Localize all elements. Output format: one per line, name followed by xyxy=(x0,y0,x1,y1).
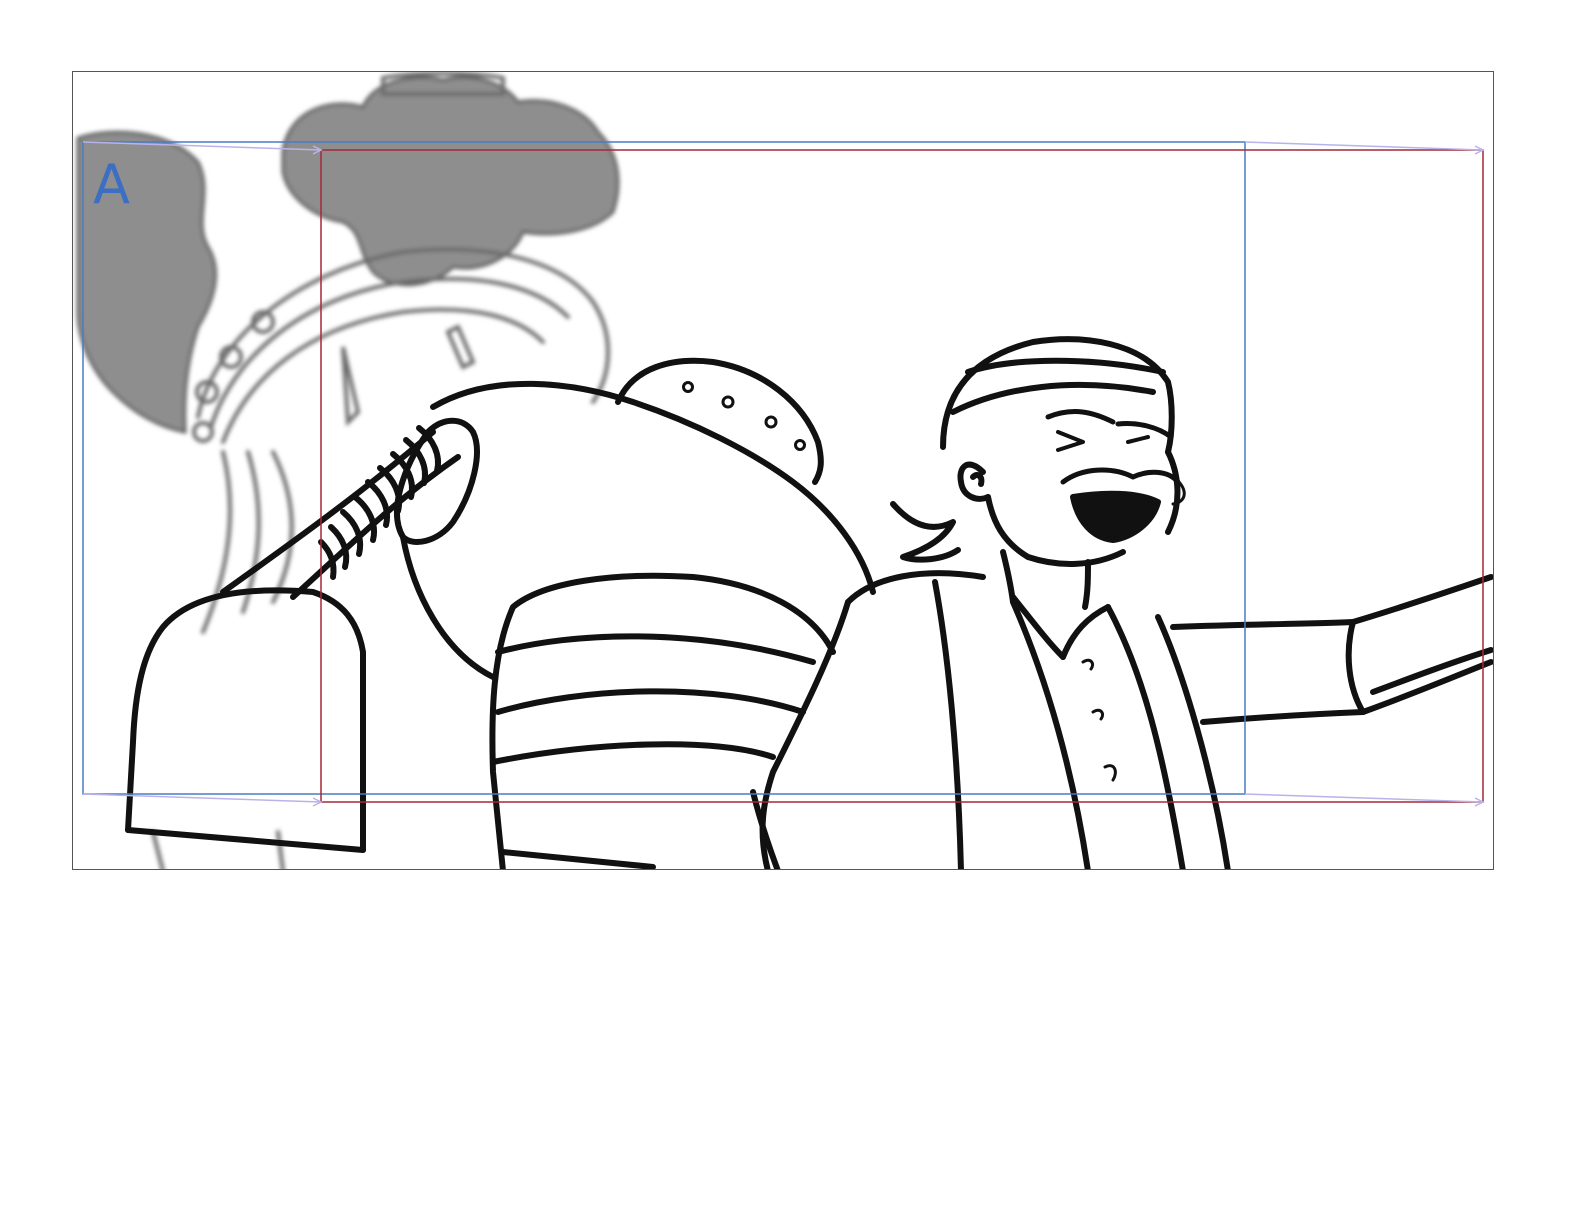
panel-artwork xyxy=(76,72,1493,869)
shouting-man-illustration xyxy=(759,336,1493,869)
smoke-cloud-icon xyxy=(76,75,620,434)
camera-frame-a xyxy=(82,141,1246,795)
storyboard-panel: A xyxy=(72,71,1494,870)
camera-label: A xyxy=(93,153,130,216)
background-smokestack xyxy=(76,72,620,869)
